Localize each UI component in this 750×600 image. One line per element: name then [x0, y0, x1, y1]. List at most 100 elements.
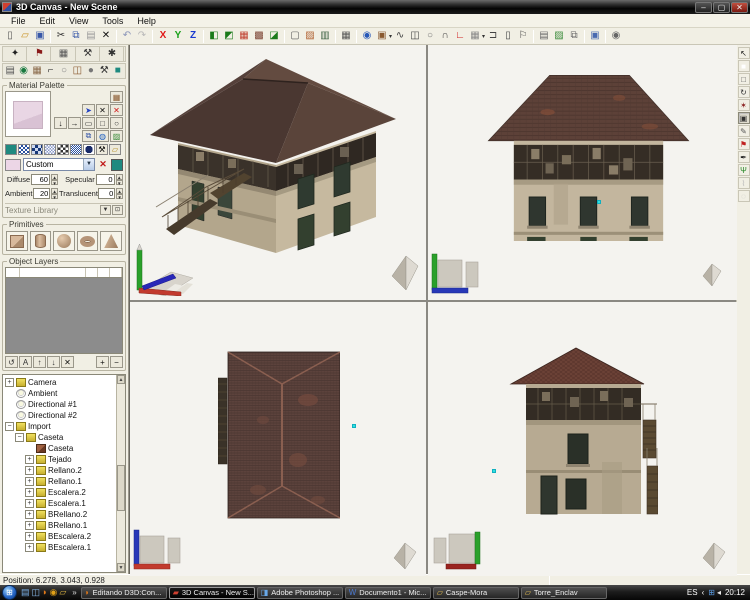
grid-options-caret-icon[interactable]: ▾ — [482, 33, 485, 40]
bulb-tool-icon[interactable]: ○ — [58, 64, 70, 78]
start-button[interactable]: ⊞ — [2, 585, 17, 600]
tree-expander-icon[interactable]: + — [25, 521, 34, 530]
tree-expander-icon[interactable]: + — [5, 378, 14, 387]
paint-tool-icon[interactable]: ✎ — [738, 125, 750, 137]
tree-item-tejado[interactable]: +Tejado — [5, 454, 116, 465]
tree-item-brellano-2[interactable]: +BRellano.2 — [5, 509, 116, 520]
layer-up-button[interactable]: ↑ — [33, 356, 46, 368]
wireframe-icon[interactable]: ▢ — [288, 29, 302, 43]
material-dropdown[interactable]: Custom ▼ — [23, 158, 95, 171]
swatch-tools[interactable]: ⚒ — [96, 144, 108, 155]
axis-y-icon[interactable]: Y — [171, 29, 185, 43]
light-icon[interactable]: ○ — [423, 29, 437, 43]
paste-icon[interactable]: ▤ — [84, 29, 98, 43]
object-layers-list[interactable] — [5, 278, 123, 354]
tray-network-icon[interactable]: ⊞ — [708, 588, 715, 597]
ambient-field[interactable]: 20 — [33, 188, 50, 199]
primitive-cylinder[interactable] — [30, 231, 52, 251]
translucent-field[interactable]: 0 — [98, 188, 115, 199]
task-folder[interactable]: ▱Torre_Enclav — [521, 587, 607, 599]
flag-icon[interactable]: ⚐ — [516, 29, 530, 43]
shape-square-icon[interactable]: □ — [96, 117, 109, 129]
shaded-icon[interactable]: ▥ — [318, 29, 332, 43]
tree-item-brellano-1[interactable]: +BRellano.1 — [5, 520, 116, 531]
primitive-torus[interactable] — [77, 231, 99, 251]
swatch-check-e[interactable] — [70, 144, 82, 155]
camera-icon[interactable]: ◫ — [408, 29, 422, 43]
corner-widget[interactable] — [701, 541, 727, 571]
press-tool-icon[interactable]: ▤ — [4, 64, 16, 78]
new-document-icon[interactable]: ▯ — [3, 29, 17, 43]
crate-tool-icon[interactable]: ▦ — [31, 64, 43, 78]
primitive-sphere[interactable] — [53, 231, 75, 251]
material-clear-icon[interactable]: ✕ — [96, 104, 109, 116]
material-image-icon[interactable]: ▨ — [110, 130, 123, 142]
task-firefox[interactable]: ◗Editando D3D:Con... — [81, 587, 167, 599]
layout-three-icon[interactable]: ▩ — [252, 29, 266, 43]
menu-help[interactable]: Help — [130, 16, 163, 26]
tab-burst-icon[interactable]: ✱ — [101, 47, 124, 61]
eyedropper-icon[interactable]: ✒ — [738, 151, 750, 163]
magic-wand-icon[interactable]: ✶ — [738, 99, 750, 111]
layout-single-icon[interactable]: ◧ — [207, 29, 221, 43]
layout-split-icon[interactable]: ◩ — [222, 29, 236, 43]
snap-grid-icon[interactable]: ▦ — [339, 29, 353, 43]
material-teal-chip[interactable] — [111, 159, 123, 171]
material-cube-button-icon[interactable]: ▦ — [110, 91, 123, 103]
skeleton-tool-icon[interactable]: Ψ — [738, 164, 750, 176]
layout-custom-icon[interactable]: ◪ — [267, 29, 281, 43]
layer-remove-button[interactable]: − — [110, 356, 123, 368]
open-folder-icon[interactable]: ▱ — [18, 29, 32, 43]
specular-stepper[interactable]: ▲▼ — [116, 174, 123, 185]
axis-z-icon[interactable]: Z — [186, 29, 200, 43]
texture-library-expand[interactable]: ⊡ — [112, 205, 123, 215]
point-edit-icon[interactable]: ▣ — [738, 112, 750, 124]
tree-item-directional-2[interactable]: Directional #2 — [5, 410, 116, 421]
scrollbar-thumb[interactable] — [117, 465, 125, 512]
material-preview[interactable] — [5, 91, 51, 137]
quicklaunch-firefox-icon[interactable]: ◗ — [42, 586, 47, 599]
delete-icon[interactable]: ✕ — [99, 29, 113, 43]
quicklaunch-media-player-icon[interactable]: ◉ — [49, 586, 57, 599]
corner-widget[interactable] — [390, 254, 420, 292]
axes-widget-icon[interactable]: ∟ — [453, 29, 467, 43]
duplicate-view-icon[interactable]: ⧉ — [567, 29, 581, 43]
eye-tool-icon[interactable]: ◉ — [17, 64, 29, 78]
draw-rect-outline-icon[interactable]: □ — [738, 73, 750, 85]
material-globe-icon[interactable]: ◍ — [96, 130, 109, 142]
disabled-tool-2-icon[interactable]: ◌ — [738, 190, 750, 202]
teal-swatch-tool-icon[interactable]: ■ — [112, 64, 124, 78]
screen-capture-icon[interactable]: ◉ — [609, 29, 623, 43]
shape-circle-icon[interactable]: ○ — [110, 117, 123, 129]
tab-tools-icon[interactable]: ⚒ — [77, 47, 100, 61]
disabled-tool-1-icon[interactable]: ⌇ — [738, 177, 750, 189]
rotate-tool-icon[interactable]: ↻ — [738, 86, 750, 98]
tree-item-camera[interactable]: +Camera — [5, 377, 116, 388]
scroll-down-icon[interactable]: ▼ — [117, 563, 125, 572]
axis-x-icon[interactable]: X — [156, 29, 170, 43]
material-box-caret-icon[interactable]: ▾ — [389, 33, 392, 40]
tab-spray-icon[interactable]: ✦ — [4, 47, 27, 61]
material-pick-icon[interactable]: ➤ — [82, 104, 95, 116]
swatch-check-a[interactable] — [18, 144, 30, 155]
window-panel-icon[interactable]: ▣ — [588, 29, 602, 43]
menu-edit[interactable]: Edit — [33, 16, 63, 26]
material-remove-button[interactable]: ✕ — [97, 159, 109, 171]
render-icon[interactable]: ◉ — [360, 29, 374, 43]
material-color-chip[interactable] — [5, 159, 21, 171]
close-button[interactable]: ✕ — [731, 2, 748, 13]
save-icon[interactable]: ▣ — [33, 29, 47, 43]
cut-icon[interactable]: ✂ — [54, 29, 68, 43]
lamp-tool-icon[interactable]: ⌐ — [44, 64, 56, 78]
specular-field[interactable]: 0 — [96, 174, 115, 185]
tree-expander-icon[interactable]: + — [25, 532, 34, 541]
tree-item-directional-1[interactable]: Directional #1 — [5, 399, 116, 410]
spline-icon[interactable]: ∿ — [393, 29, 407, 43]
corner-widget[interactable] — [701, 262, 723, 288]
quicklaunch-explorer-icon[interactable]: ◫ — [32, 586, 41, 599]
layer-lock-button[interactable]: A — [19, 356, 32, 368]
tree-expander-icon[interactable]: + — [25, 466, 34, 475]
tree-item-escalera-1[interactable]: +Escalera.1 — [5, 498, 116, 509]
sphere-tool-icon[interactable]: ● — [85, 64, 97, 78]
task-photoshop[interactable]: ◨Adobe Photoshop ... — [257, 587, 343, 599]
